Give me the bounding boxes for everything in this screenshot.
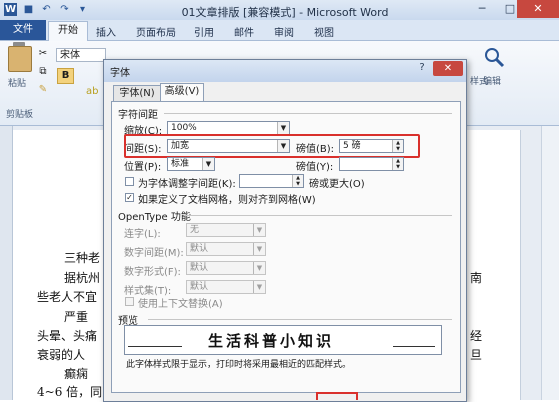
tab-advanced[interactable]: 高级(V) — [160, 83, 204, 102]
number-forms-value: 默认 — [190, 263, 209, 273]
section-divider — [184, 215, 452, 216]
help-icon[interactable]: ? — [414, 61, 430, 75]
position-by-spinner[interactable]: ▲ ▼ — [339, 157, 404, 171]
chevron-down-icon[interactable]: ▼ — [277, 122, 289, 134]
preview-baseline — [128, 346, 182, 347]
undo-icon[interactable]: ↶ — [40, 3, 53, 16]
number-spacing-label: 数字间距(M): — [124, 248, 184, 259]
chevron-down-icon[interactable]: ▼ — [253, 281, 265, 293]
paste-label[interactable]: 粘贴 — [8, 76, 26, 89]
doc-line: 癫痫 — [64, 367, 89, 381]
kerning-label: 为字体调整字间距(K): — [138, 179, 236, 190]
ligatures-value: 无 — [190, 225, 200, 235]
save-icon[interactable]: ■ — [22, 3, 35, 16]
ligatures-combo[interactable]: 无 ▼ — [186, 223, 266, 237]
chevron-down-icon[interactable]: ▼ — [253, 262, 265, 274]
dialog-title-bar — [104, 60, 466, 82]
spinner-arrows-icon[interactable]: ▲ ▼ — [392, 158, 403, 170]
char-spacing-heading: 字符间距 — [118, 110, 158, 121]
number-forms-label: 数字形式(F): — [124, 267, 181, 278]
tab-file[interactable]: 文件 — [0, 20, 46, 40]
doc-line: 4~6 倍，同 — [37, 385, 103, 399]
doc-line: 头晕、头痛 — [37, 329, 98, 343]
position-by-label: 磅值(Y): — [296, 162, 334, 173]
chevron-down-icon[interactable]: ▼ — [253, 224, 265, 236]
snap-to-grid-checkbox[interactable]: ✓ — [125, 193, 134, 202]
tab-view[interactable]: 视图 — [314, 24, 334, 39]
doc-line: 三种老 — [64, 251, 101, 265]
cut-icon[interactable]: ✂ — [37, 48, 49, 60]
number-forms-combo[interactable]: 默认 ▼ — [186, 261, 266, 275]
edit-group-label[interactable]: 编辑 — [483, 74, 501, 87]
vertical-scrollbar[interactable] — [541, 126, 559, 400]
font-name-combo[interactable]: 宋体 — [56, 48, 106, 62]
format-painter-icon[interactable]: ✎ — [37, 84, 49, 96]
tab-font[interactable]: 字体(N) — [113, 85, 161, 101]
stylistic-sets-combo[interactable]: 默认 ▼ — [186, 280, 266, 294]
snap-to-grid-label: 如果定义了文档网格，则对齐到网格(W) — [138, 195, 316, 206]
position-combo[interactable]: 标准 ▼ — [167, 157, 215, 171]
copy-icon[interactable]: ⧉ — [37, 66, 49, 78]
kerning-suffix-label: 磅或更大(O) — [309, 179, 365, 190]
spinner-arrows-icon[interactable]: ▲ ▼ — [292, 175, 303, 187]
spacing-highlight-box — [124, 134, 420, 158]
preview-note: 此字体样式限于显示，打印时将采用最相近的匹配样式。 — [126, 360, 352, 370]
position-label: 位置(P): — [124, 162, 162, 173]
doc-right-char: 经 — [470, 329, 483, 343]
number-spacing-combo[interactable]: 默认 ▼ — [186, 242, 266, 256]
stylistic-sets-value: 默认 — [190, 282, 209, 292]
bold-button[interactable]: B — [57, 68, 74, 84]
paste-icon[interactable] — [8, 46, 32, 72]
doc-line: 些老人不宜 — [37, 290, 98, 304]
ok-button-highlight — [316, 392, 358, 400]
doc-right-char: 南 — [470, 271, 483, 285]
redo-icon[interactable]: ↷ — [58, 3, 71, 16]
doc-line: 衰弱的人 — [37, 348, 86, 362]
chevron-down-icon[interactable]: ▼ — [253, 243, 265, 255]
kerning-checkbox[interactable] — [125, 177, 134, 186]
tab-page-layout[interactable]: 页面布局 — [136, 24, 176, 39]
preview-baseline — [393, 346, 435, 347]
doc-line: 据杭州 — [64, 271, 101, 285]
find-edit-icon[interactable] — [483, 46, 505, 68]
contextual-alternates-checkbox[interactable] — [125, 297, 134, 306]
section-divider — [164, 113, 452, 114]
window-title: 01文章排版 [兼容模式] - Microsoft Word — [181, 6, 389, 19]
opentype-heading: OpenType 功能 — [118, 212, 191, 223]
chevron-down-icon[interactable]: ▼ — [202, 158, 214, 170]
vertical-ruler — [0, 126, 13, 400]
highlight-icon[interactable]: ab — [86, 86, 98, 98]
doc-right-char: 旦 — [470, 348, 483, 362]
customize-qat-icon[interactable]: ▾ — [76, 3, 89, 16]
tab-home[interactable]: 开始 — [48, 21, 88, 41]
close-button[interactable]: ✕ — [517, 0, 559, 18]
doc-line: 严重 — [64, 310, 89, 324]
contextual-alternates-label: 使用上下文替换(A) — [138, 299, 223, 310]
scale-combo[interactable]: 100% ▼ — [167, 121, 290, 135]
tab-review[interactable]: 审阅 — [274, 24, 294, 39]
number-spacing-value: 默认 — [190, 244, 209, 254]
minimize-button[interactable]: ─ — [468, 0, 496, 18]
kerning-spinner[interactable]: ▲ ▼ — [239, 174, 304, 188]
ligatures-label: 连字(L): — [124, 229, 161, 240]
word-app-icon[interactable]: W — [4, 3, 17, 16]
clipboard-group-label: 剪贴板 — [6, 110, 34, 120]
tab-references[interactable]: 引用 — [194, 24, 214, 39]
scale-value: 100% — [171, 123, 197, 133]
section-divider — [148, 319, 452, 320]
tab-insert[interactable]: 插入 — [96, 24, 116, 39]
dialog-close-button[interactable]: ✕ — [433, 61, 463, 76]
tab-mailings[interactable]: 邮件 — [234, 24, 254, 39]
position-value: 标准 — [171, 159, 190, 169]
dialog-title: 字体 — [110, 68, 130, 79]
preview-sample-text: 生活科普小知识 — [208, 332, 335, 350]
